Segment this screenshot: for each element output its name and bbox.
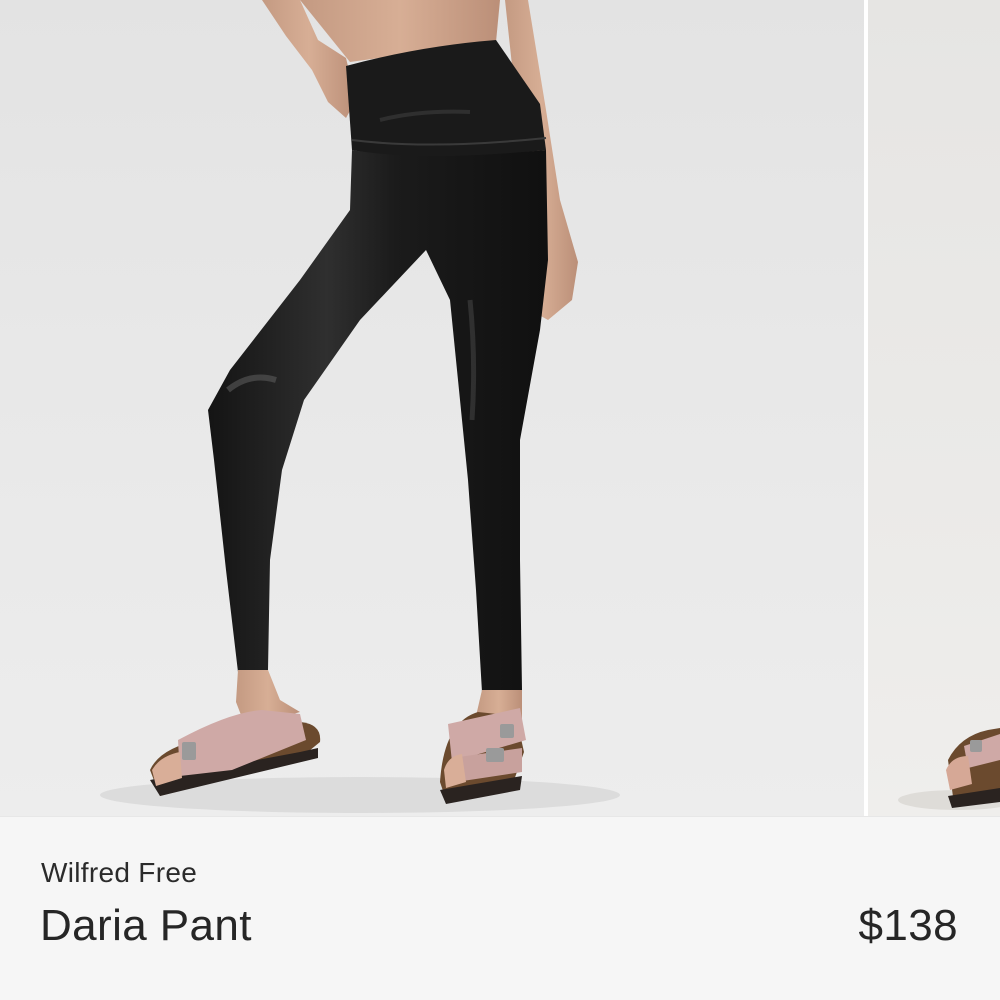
product-info-panel[interactable]: Wilfred Free Daria Pant $138 — [0, 816, 1000, 1000]
product-photo-icon — [100, 0, 620, 813]
product-photo-icon — [898, 728, 1000, 810]
product-image-carousel[interactable] — [0, 0, 1000, 816]
product-card-screen: Wilfred Free Daria Pant $138 — [0, 0, 1000, 1000]
product-brand: Wilfred Free — [41, 857, 198, 888]
product-price: $138 — [858, 901, 958, 950]
product-image-main[interactable] — [0, 0, 864, 816]
product-name[interactable]: Daria Pant — [40, 901, 252, 951]
product-image-next[interactable] — [868, 0, 1000, 816]
